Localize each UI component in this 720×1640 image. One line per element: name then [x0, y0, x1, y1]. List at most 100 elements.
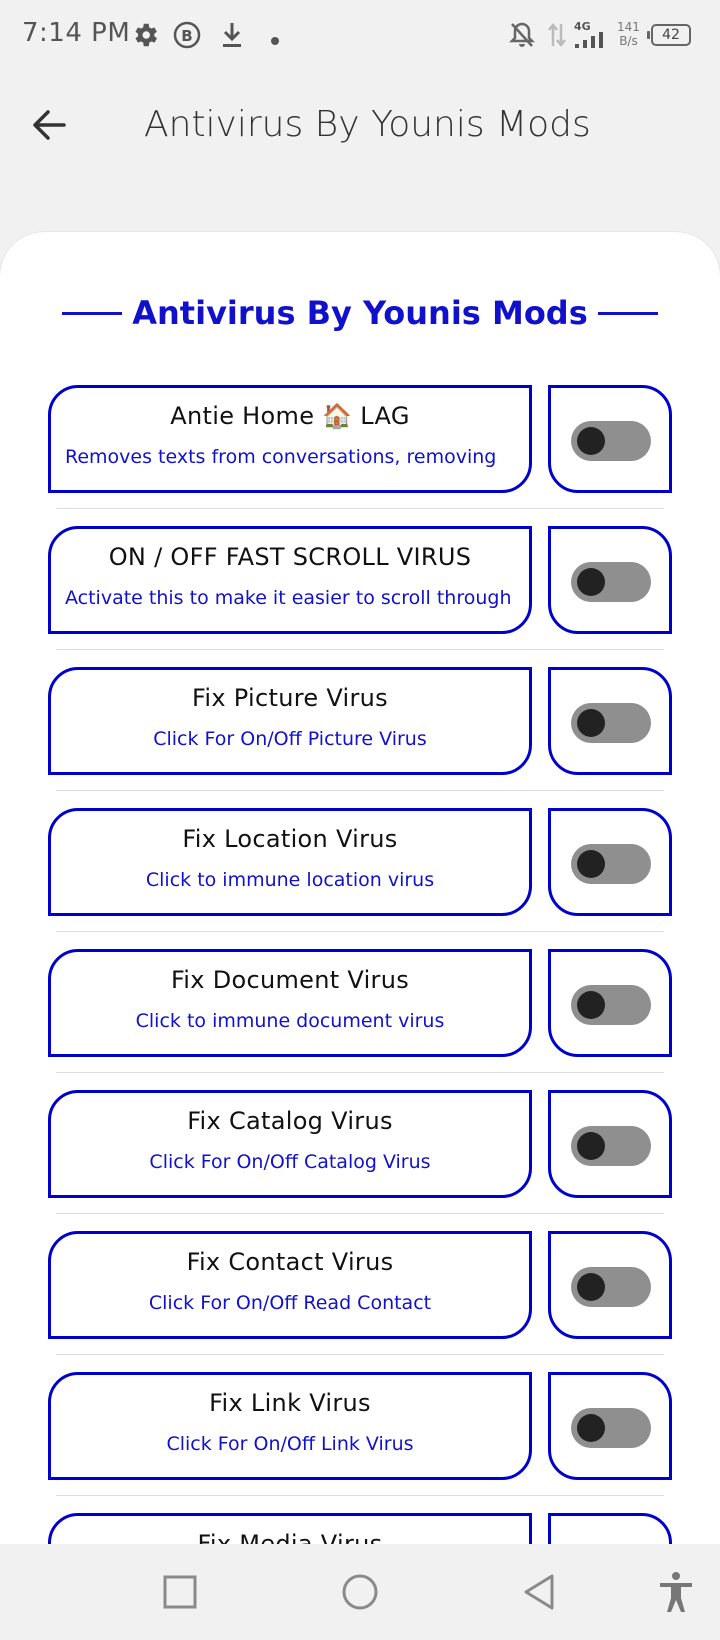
network-speed: 141 B/s — [617, 20, 640, 48]
card-header-title: Antivirus By Younis Mods — [132, 294, 588, 332]
setting-row: Fix Link Virus Click For On/Off Link Vir… — [48, 1372, 672, 1480]
setting-row: Fix Contact Virus Click For On/Off Read … — [48, 1231, 672, 1339]
recent-apps-button[interactable] — [156, 1568, 204, 1616]
setting-title: ON / OFF FAST SCROLL VIRUS — [108, 543, 472, 571]
accessibility-button[interactable] — [652, 1568, 700, 1616]
settings-gear-icon — [130, 20, 160, 54]
toggle-knob — [577, 709, 605, 737]
setting-option-button[interactable]: Fix Contact Virus Click For On/Off Read … — [48, 1231, 532, 1339]
toggle-switch[interactable] — [571, 1126, 651, 1166]
notifications-off-icon — [508, 20, 536, 54]
toggle-container — [548, 667, 672, 775]
toggle-knob — [577, 1414, 605, 1442]
network-speed-unit: B/s — [619, 34, 638, 48]
setting-row: Fix Media Virus — [48, 1513, 672, 1544]
setting-description: Removes texts from conversations, removi… — [65, 446, 497, 468]
back-arrow-icon — [33, 110, 66, 140]
download-icon — [218, 20, 246, 54]
toggle-container — [548, 526, 672, 634]
b-badge-icon: B — [172, 20, 202, 54]
toggle-switch[interactable] — [571, 985, 651, 1025]
setting-option-button[interactable]: ON / OFF FAST SCROLL VIRUS Activate this… — [48, 526, 532, 634]
status-time: 7:14 PM — [22, 18, 131, 48]
row-divider — [56, 931, 664, 932]
toggle-switch[interactable] — [571, 421, 651, 461]
setting-option-button[interactable]: Fix Link Virus Click For On/Off Link Vir… — [48, 1372, 532, 1480]
toggle-container — [548, 385, 672, 493]
card-header: Antivirus By Younis Mods — [62, 288, 658, 338]
row-divider — [56, 1495, 664, 1496]
back-button[interactable] — [24, 100, 74, 150]
toggle-container — [548, 949, 672, 1057]
setting-title: Fix Contact Virus — [186, 1248, 394, 1276]
setting-option-button[interactable]: Fix Document Virus Click to immune docum… — [48, 949, 532, 1057]
circle-icon — [342, 1574, 378, 1610]
setting-title: Fix Link Virus — [209, 1389, 371, 1417]
setting-row: ON / OFF FAST SCROLL VIRUS Activate this… — [48, 526, 672, 634]
setting-description: Click to immune document virus — [135, 1010, 445, 1032]
setting-title: Fix Location Virus — [182, 825, 398, 853]
setting-row: Fix Catalog Virus Click For On/Off Catal… — [48, 1090, 672, 1198]
setting-option-button[interactable]: Antie Home 🏠 LAG Removes texts from conv… — [48, 385, 532, 493]
setting-row: Antie Home 🏠 LAG Removes texts from conv… — [48, 385, 672, 493]
setting-title: Antie Home 🏠 LAG — [170, 402, 410, 430]
toggle-container — [548, 1231, 672, 1339]
setting-title: Fix Picture Virus — [192, 684, 388, 712]
setting-option-button[interactable]: Fix Media Virus — [48, 1513, 532, 1544]
notification-dot-icon — [270, 31, 280, 50]
battery-indicator: 42 — [647, 24, 691, 46]
toggle-container — [548, 1090, 672, 1198]
data-transfer-icon — [546, 20, 568, 54]
toggle-knob — [577, 427, 605, 455]
row-divider — [56, 1072, 664, 1073]
toggle-switch[interactable] — [571, 1267, 651, 1307]
network-speed-value: 141 — [617, 20, 640, 34]
setting-description: Click to immune location virus — [145, 869, 435, 891]
row-divider — [56, 790, 664, 791]
setting-description: Click For On/Off Picture Virus — [153, 728, 427, 750]
svg-text:B: B — [181, 27, 192, 45]
toggle-switch[interactable] — [571, 703, 651, 743]
row-divider — [56, 1354, 664, 1355]
square-icon — [163, 1575, 197, 1609]
row-divider — [56, 508, 664, 509]
header-divider-right — [597, 311, 658, 315]
system-navigation-bar — [0, 1544, 720, 1640]
setting-row: Fix Location Virus Click to immune locat… — [48, 808, 672, 916]
toggle-container — [548, 1513, 672, 1544]
setting-description: Click For On/Off Read Contact — [148, 1292, 432, 1314]
toggle-knob — [577, 568, 605, 596]
setting-option-button[interactable]: Fix Picture Virus Click For On/Off Pictu… — [48, 667, 532, 775]
toggle-switch[interactable] — [571, 562, 651, 602]
accessibility-icon — [660, 1572, 692, 1612]
toggle-switch[interactable] — [571, 844, 651, 884]
toggle-knob — [577, 1273, 605, 1301]
back-nav-button[interactable] — [516, 1568, 564, 1616]
setting-option-button[interactable]: Fix Catalog Virus Click For On/Off Catal… — [48, 1090, 532, 1198]
app-title: Antivirus By Younis Mods — [144, 104, 591, 145]
header-divider-left — [62, 311, 123, 315]
toggle-container — [548, 1372, 672, 1480]
status-bar: 7:14 PM B 4G 141 B/s 42 — [0, 0, 720, 72]
setting-title: Fix Document Virus — [170, 966, 410, 994]
setting-option-button[interactable]: Fix Location Virus Click to immune locat… — [48, 808, 532, 916]
setting-description: Activate this to make it easier to scrol… — [65, 587, 512, 609]
settings-card: Antivirus By Younis Mods Antie Home 🏠 LA… — [0, 232, 720, 1544]
row-divider — [56, 649, 664, 650]
toggle-container — [548, 808, 672, 916]
setting-row: Fix Document Virus Click to immune docum… — [48, 949, 672, 1057]
toggle-knob — [577, 991, 605, 1019]
setting-title: Fix Catalog Virus — [187, 1107, 393, 1135]
triangle-back-icon — [524, 1574, 554, 1610]
row-divider — [56, 1213, 664, 1214]
signal-strength-icon — [574, 32, 604, 52]
setting-description: Click For On/Off Link Virus — [166, 1433, 414, 1455]
toggle-knob — [577, 1132, 605, 1160]
toggle-switch[interactable] — [571, 1408, 651, 1448]
setting-row: Fix Picture Virus Click For On/Off Pictu… — [48, 667, 672, 775]
setting-description: Click For On/Off Catalog Virus — [149, 1151, 431, 1173]
setting-title: Fix Media Virus — [197, 1530, 383, 1544]
toggle-knob — [577, 850, 605, 878]
app-bar: Antivirus By Younis Mods — [0, 72, 720, 188]
home-button[interactable] — [336, 1568, 384, 1616]
